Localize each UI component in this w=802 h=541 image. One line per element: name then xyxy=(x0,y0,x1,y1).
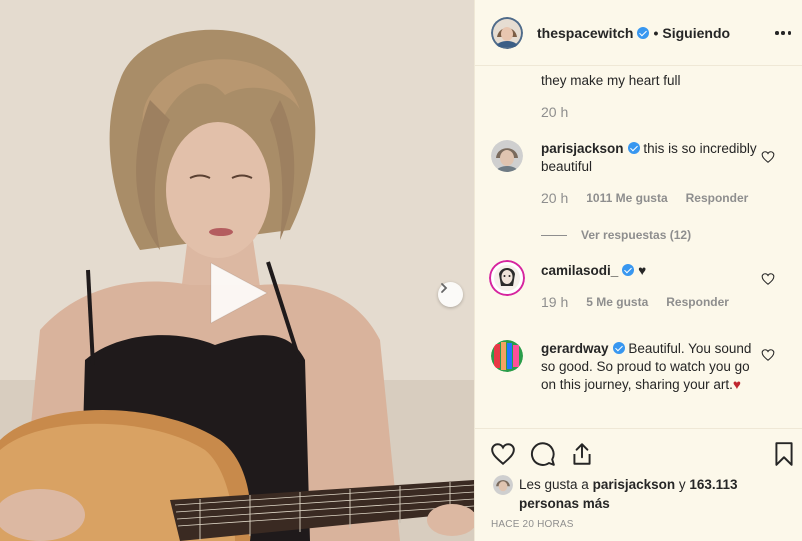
likes-middle: y xyxy=(678,477,686,492)
comment-username[interactable]: parisjackson xyxy=(541,141,624,156)
comment-text: gerardway Beautiful. You sound so good. … xyxy=(541,340,761,394)
comment-likes[interactable]: 1011 Me gusta xyxy=(586,191,667,205)
author-avatar[interactable] xyxy=(491,16,523,49)
comment-text: they make my heart full xyxy=(541,73,681,88)
heart-icon[interactable] xyxy=(761,272,775,286)
post-actions: Les gusta a parisjackson y 163.113 perso… xyxy=(475,428,802,541)
heart-icon[interactable] xyxy=(761,150,775,164)
avatar-image xyxy=(491,16,523,49)
reply-button[interactable]: Responder xyxy=(686,191,749,205)
comment-likes[interactable]: 5 Me gusta xyxy=(586,295,648,309)
more-options-button[interactable] xyxy=(773,23,793,43)
comments-list[interactable]: they make my heart full 20 h parisjackso… xyxy=(475,66,802,428)
comment-body: ♥ xyxy=(638,263,647,278)
comment-time[interactable]: 19 h xyxy=(541,294,568,310)
likes-prefix: Les gusta a xyxy=(519,477,589,492)
bookmark-icon[interactable] xyxy=(771,441,797,467)
comment-text: camilasodi_ ♥ xyxy=(541,262,761,280)
likes-text: Les gusta a parisjackson y 163.113 perso… xyxy=(519,475,779,513)
heart-icon[interactable] xyxy=(490,441,516,467)
avatar-image xyxy=(491,340,523,372)
avatar[interactable] xyxy=(489,260,525,296)
comment-username[interactable]: gerardway xyxy=(541,341,609,356)
comment-username[interactable]: camilasodi_ xyxy=(541,263,618,278)
avatar-image xyxy=(489,260,525,296)
post-media[interactable] xyxy=(0,0,474,541)
following-button[interactable]: Siguiendo xyxy=(662,25,730,41)
share-icon[interactable] xyxy=(569,441,595,467)
play-button[interactable] xyxy=(203,258,273,328)
liker-username[interactable]: parisjackson xyxy=(593,477,676,492)
play-icon xyxy=(210,262,268,324)
avatar-image xyxy=(491,140,523,172)
view-replies-button[interactable]: Ver respuestas (12) xyxy=(541,228,691,242)
avatar-image xyxy=(493,475,513,495)
avatar[interactable] xyxy=(491,140,523,172)
verified-icon xyxy=(627,142,640,154)
replies-divider xyxy=(541,234,567,236)
chevron-right-icon xyxy=(441,283,448,293)
comment-text: parisjackson this is so incredibly beaut… xyxy=(541,140,761,176)
verified-icon xyxy=(637,26,650,39)
post-header: thespacewitch • Siguiendo xyxy=(475,0,802,66)
comment-meta: 20 h xyxy=(541,104,761,120)
verified-icon xyxy=(622,264,635,276)
author-username[interactable]: thespacewitch xyxy=(537,25,633,41)
more-icon xyxy=(775,31,779,35)
separator-dot: • xyxy=(653,24,659,41)
comment-time[interactable]: 20 h xyxy=(541,190,568,206)
post-details-panel: thespacewitch • Siguiendo they make my h… xyxy=(474,0,802,541)
next-media-button[interactable] xyxy=(438,282,463,307)
view-replies-label: Ver respuestas (12) xyxy=(581,228,692,242)
verified-icon xyxy=(612,342,625,354)
avatar[interactable] xyxy=(493,475,513,495)
comment-time[interactable]: 20 h xyxy=(541,104,568,120)
comment-icon[interactable] xyxy=(530,441,556,467)
reply-button[interactable]: Responder xyxy=(666,295,729,309)
comment-meta: 20 h 1011 Me gusta Responder xyxy=(541,190,761,206)
comment-meta: 19 h 5 Me gusta Responder xyxy=(541,294,761,310)
heart-icon[interactable] xyxy=(761,348,775,362)
avatar[interactable] xyxy=(491,340,523,372)
heart-emoji: ♥ xyxy=(732,377,741,392)
post-timestamp[interactable]: HACE 20 HORAS xyxy=(491,519,574,530)
